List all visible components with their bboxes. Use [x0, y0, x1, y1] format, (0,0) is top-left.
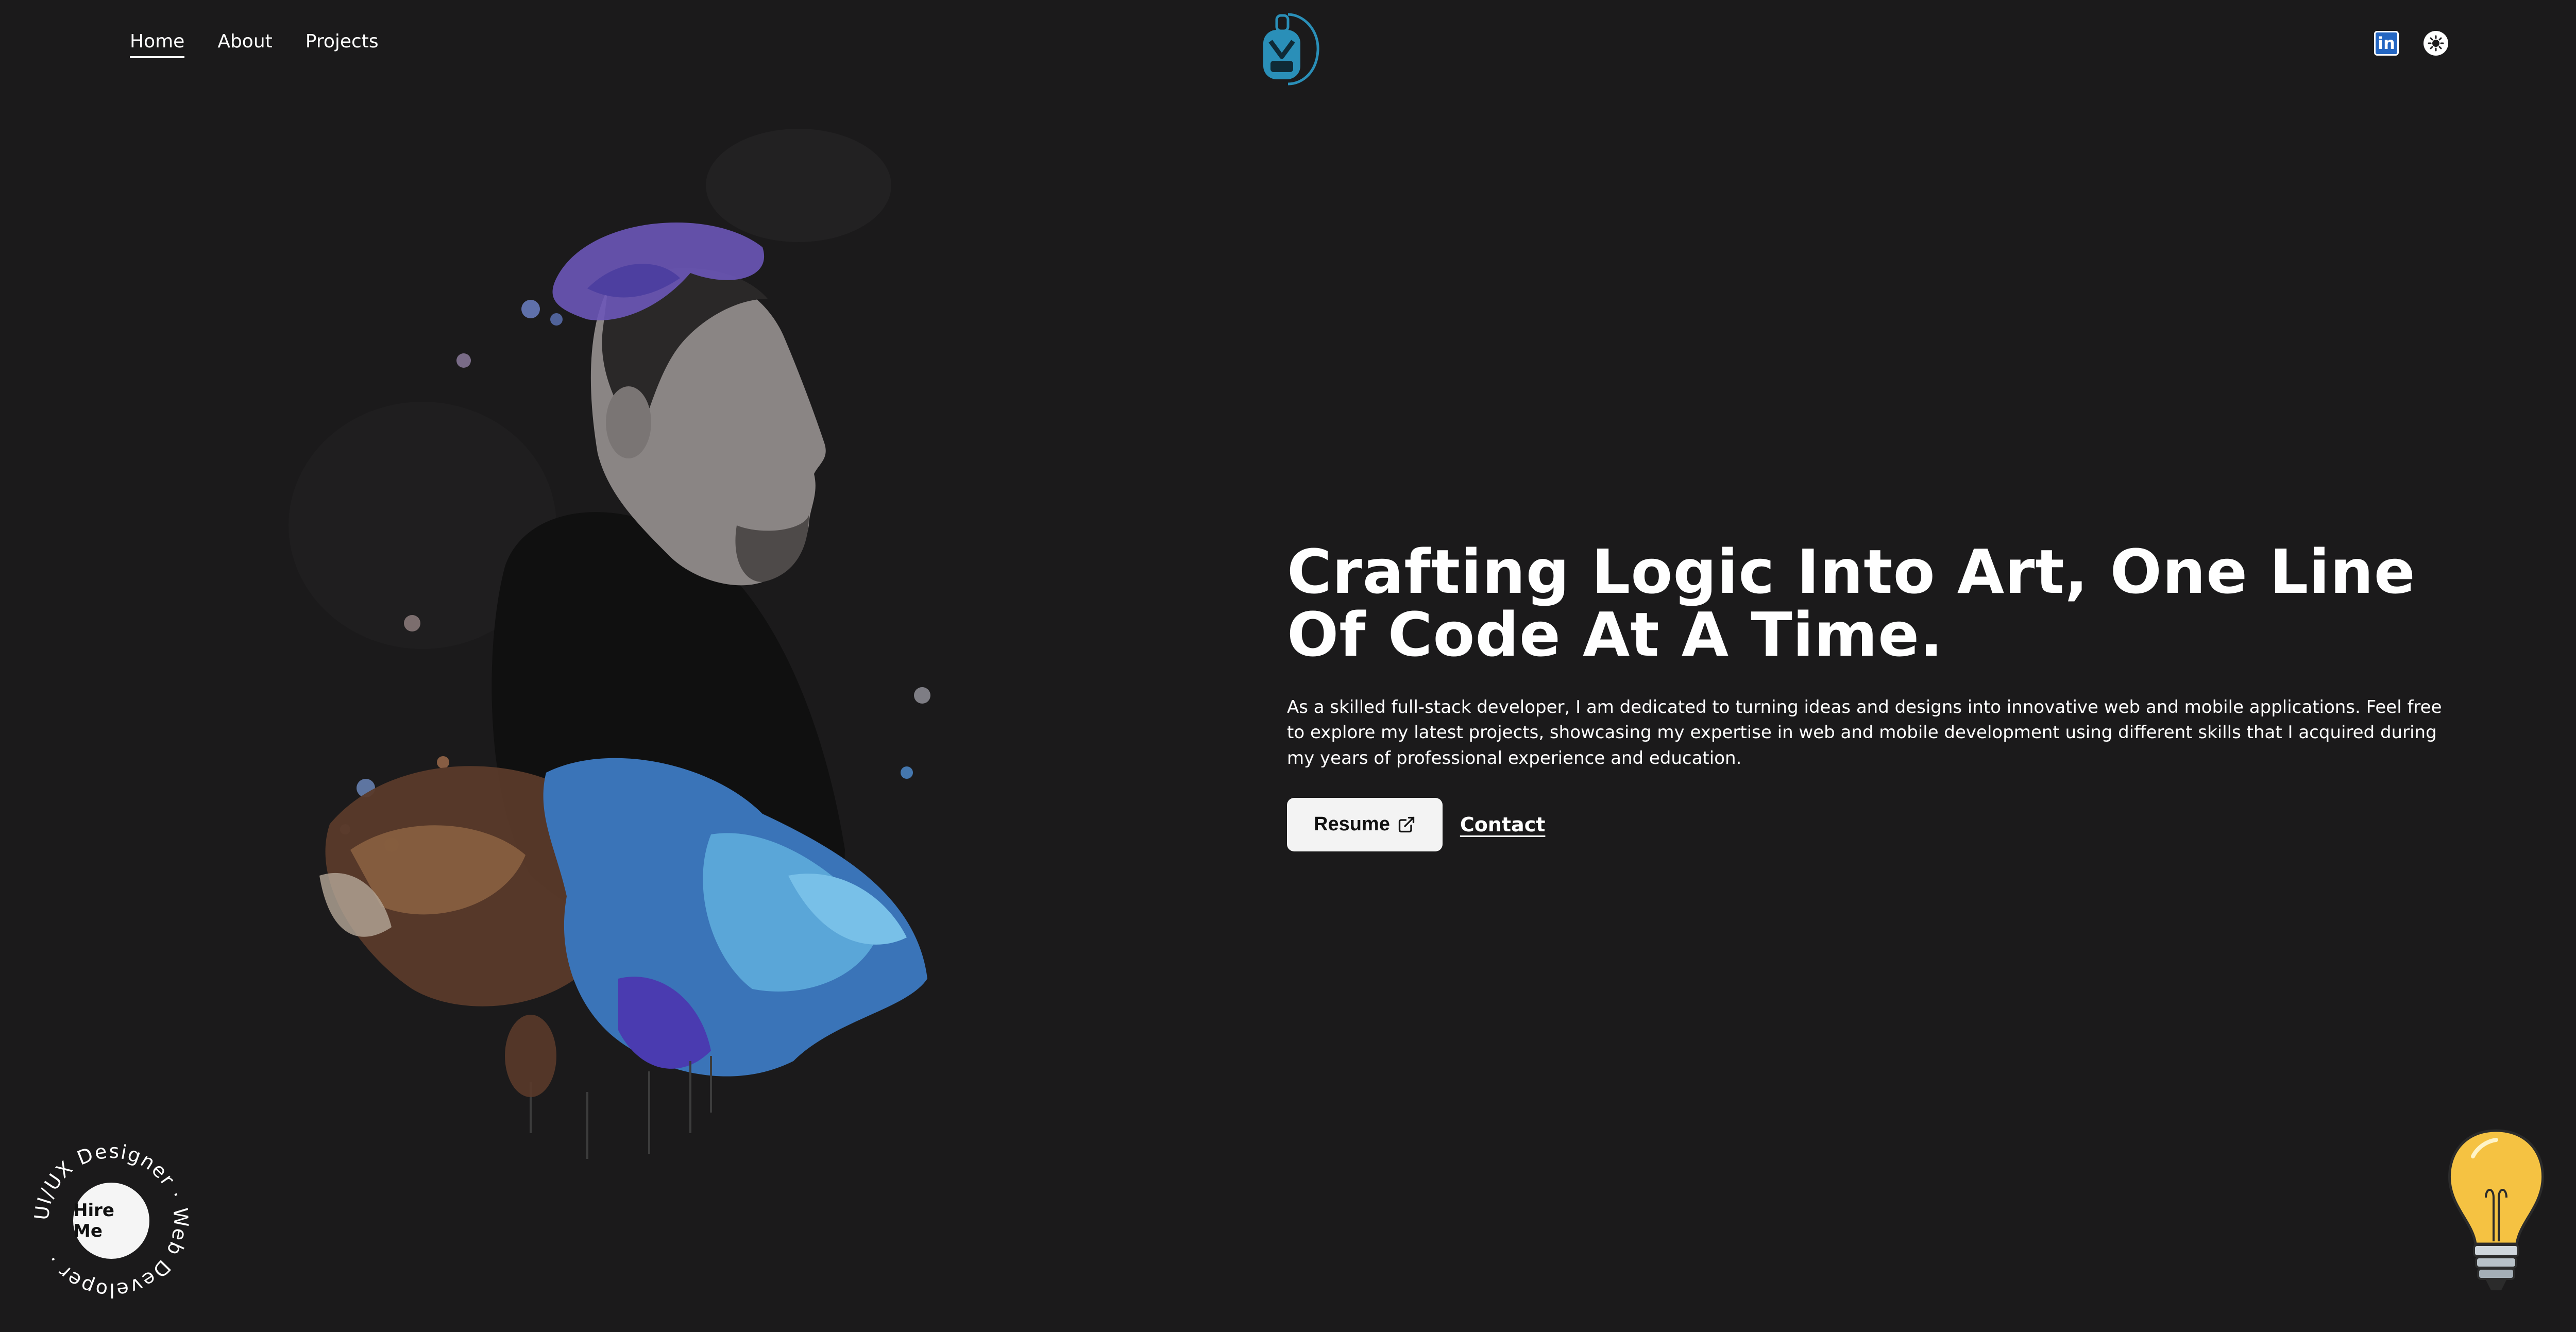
hero-title-line-2: Of Code At A Time.	[1287, 599, 1943, 670]
hero-description: As a skilled full-stack developer, I am …	[1287, 697, 2442, 769]
hero-title-line-1: Crafting Logic Into Art, One Line	[1287, 536, 2416, 607]
resume-button-label: Resume	[1314, 813, 1390, 835]
hire-me-label: Hire Me	[73, 1200, 114, 1241]
main-nav: Home About Projects	[130, 31, 379, 58]
linkedin-icon[interactable]: in	[2374, 31, 2399, 56]
external-link-icon	[1398, 816, 1414, 833]
sun-icon	[2428, 35, 2444, 52]
hire-me-button[interactable]: Hire Me	[73, 1183, 149, 1259]
nav-home-link[interactable]: Home	[130, 31, 185, 58]
contact-link[interactable]: Contact	[1460, 813, 1546, 836]
nav-projects-link[interactable]: Projects	[306, 31, 379, 56]
linkedin-label: in	[2378, 33, 2395, 53]
hero-portrait-image	[196, 103, 1072, 1185]
lightbulb-icon[interactable]	[2442, 1125, 2550, 1301]
hero-cta-group: Resume Contact	[1287, 797, 2472, 851]
nav-about-link[interactable]: About	[217, 31, 272, 56]
monogram-logo-icon	[1263, 13, 1319, 86]
page: Home About Projects in Crafting Logic In…	[0, 0, 2576, 1332]
site-logo[interactable]	[1252, 9, 1324, 87]
resume-button[interactable]: Resume	[1287, 797, 1443, 851]
hero-section: Crafting Logic Into Art, One Line Of Cod…	[1287, 540, 2472, 851]
theme-toggle-button[interactable]	[2424, 31, 2448, 56]
hero-title: Crafting Logic Into Art, One Line Of Cod…	[1287, 540, 2472, 666]
hire-me-badge[interactable]: UI/UX Designer · Web Developer · Hire Me	[29, 1138, 194, 1303]
social-links: in	[2374, 31, 2448, 56]
